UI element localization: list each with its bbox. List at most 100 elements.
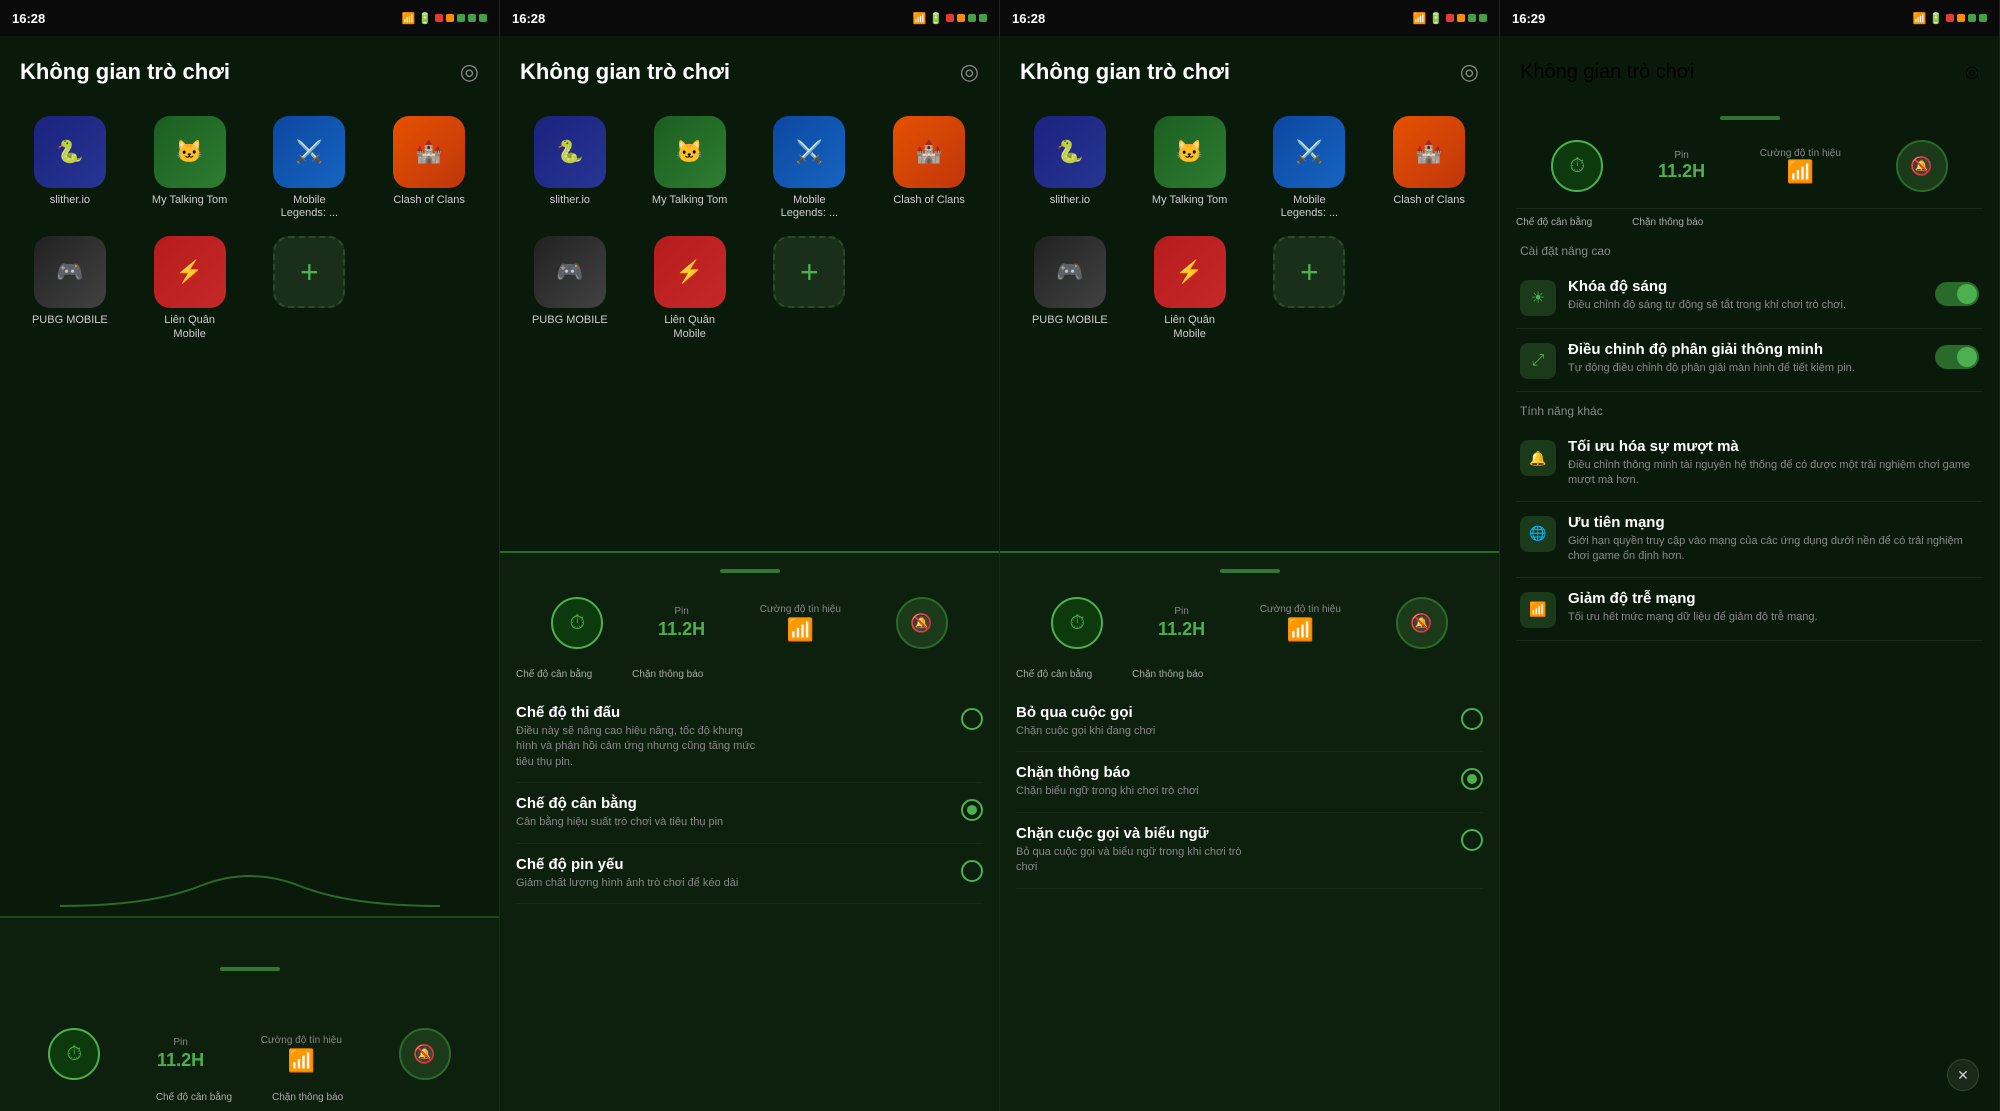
p2-add-button[interactable]: + — [773, 236, 845, 308]
p3-setting-1-desc: Chặn cuộc gọi khi đang chơi — [1016, 724, 1256, 739]
mode-button-1[interactable]: ⏱ — [48, 1028, 100, 1080]
brightness-desc: Điều chỉnh độ sáng tự động sẽ tắt trong … — [1568, 298, 1923, 313]
game-name-slither: slither.io — [50, 194, 90, 207]
p2-game-clash[interactable]: 🏰 Clash of Clans — [875, 116, 983, 220]
time-2: 16:28 — [512, 11, 545, 26]
network-title: Ưu tiên mạng — [1568, 514, 1979, 531]
game-icon-slither: 🐍 — [34, 116, 106, 188]
p3-bottom-labels: Chế độ cân bằng Chặn thông báo — [1016, 669, 1483, 680]
bottom-bar-1: ⏱ Pin 11.2H Cường độ tín hiệu 📶 🔕 Chế độ… — [0, 916, 499, 1111]
target-icon-3[interactable]: ◎ — [1460, 59, 1479, 85]
signal-stat-1: Cường độ tín hiệu 📶 — [261, 1035, 342, 1074]
wifi-icon-1: 📶 — [288, 1048, 315, 1074]
latency-icon: 📶 — [1520, 592, 1556, 628]
p2-radio-2[interactable] — [961, 799, 983, 821]
p4-block-button[interactable]: 🔕 — [1896, 140, 1948, 192]
p2-wifi-icon: 📶 — [787, 617, 814, 643]
adv-setting-latency: 📶 Giảm độ trễ mạng Tối ưu hết mức mạng d… — [1516, 578, 1983, 641]
p2-game-pubg[interactable]: 🎮 PUBG MOBILE — [516, 236, 624, 340]
handle-4 — [1720, 116, 1780, 120]
panel-title-2: Không gian trò chơi — [520, 59, 730, 85]
p3-game-add[interactable]: + — [1256, 236, 1364, 340]
game-item-clash[interactable]: 🏰 Clash of Clans — [375, 116, 483, 220]
p3-setting-3: Chặn cuộc gọi và biểu ngữ Bỏ qua cuộc gọ… — [1016, 813, 1483, 889]
p2-radio-3[interactable] — [961, 860, 983, 882]
status-bar-2: 16:28 📶 🔋 — [500, 0, 999, 36]
panel-header-3: Không gian trò chơi ◎ — [1000, 36, 1499, 108]
p2-game-mobile[interactable]: ⚔️ Mobile Legends: ... — [756, 116, 864, 220]
adv-setting-smooth: 🔔 Tối ưu hóa sự mượt mà Điều chỉnh thông… — [1516, 426, 1983, 502]
p4-wifi-icon: 📶 — [1787, 159, 1814, 185]
game-item-tom[interactable]: 🐱 My Talking Tom — [136, 116, 244, 220]
p2-setting-3: Chế độ pin yếu Giảm chất lượng hình ảnh … — [516, 844, 983, 904]
p3-setting-3-title: Chặn cuộc gọi và biểu ngữ — [1016, 825, 1461, 842]
p2-setting-2-text: Chế độ cân bằng Cân bằng hiệu suất trò c… — [516, 795, 961, 830]
brightness-toggle[interactable] — [1935, 282, 1979, 306]
game-item-mobile-legends[interactable]: ⚔️ Mobile Legends: ... — [256, 116, 364, 220]
p2-game-lienquan[interactable]: ⚡ Liên Quân Mobile — [636, 236, 744, 340]
settings-panel-3: ⏱ Pin 11.2H Cường độ tín hiệu 📶 🔕 Chế độ… — [1000, 551, 1499, 1111]
bottom-labels-1: Chế độ cân bằng Chặn thông báo — [156, 1092, 343, 1103]
p3-signal-stat: Cường độ tín hiệu 📶 — [1260, 604, 1341, 643]
p4-battery-label: Pin — [1674, 150, 1688, 161]
battery-value-1: 11.2H — [157, 1050, 204, 1071]
p4-bottom-labels: Chế độ cân bằng Chặn thông báo — [1516, 217, 1983, 228]
p2-game-tom[interactable]: 🐱 My Talking Tom — [636, 116, 744, 220]
advanced-section-label: Cài đặt nâng cao — [1516, 244, 1983, 258]
status-bar-1: 16:28 📶 🔋 — [0, 0, 499, 36]
game-item-slither[interactable]: 🐍 slither.io — [16, 116, 124, 220]
p2-radio-1[interactable] — [961, 708, 983, 730]
p3-radio-3[interactable] — [1461, 829, 1483, 851]
game-grid-row2: 🎮 PUBG MOBILE ⚡ Liên Quân Mobile + — [0, 228, 499, 348]
p3-game-pubg[interactable]: 🎮 PUBG MOBILE — [1016, 236, 1124, 340]
block-button-1[interactable]: 🔕 — [399, 1028, 451, 1080]
game-name-mobile-legends: Mobile Legends: ... — [269, 194, 349, 220]
p3-battery-stat: Pin 11.2H — [1158, 606, 1205, 640]
game-icon-lienquan: ⚡ — [154, 236, 226, 308]
game-item-add[interactable]: + — [256, 236, 364, 340]
p3-game-tom[interactable]: 🐱 My Talking Tom — [1136, 116, 1244, 220]
p3-setting-3-desc: Bỏ qua cuộc gọi và biểu ngữ trong khi ch… — [1016, 845, 1256, 876]
p2-setting-2-title: Chế độ cân bằng — [516, 795, 961, 812]
p3-add-button[interactable]: + — [1273, 236, 1345, 308]
game-name-lienquan: Liên Quân Mobile — [150, 314, 230, 340]
p3-game-slither[interactable]: 🐍 slither.io — [1016, 116, 1124, 220]
target-icon-1[interactable]: ◎ — [460, 59, 479, 85]
game-icon-mobile-legends: ⚔️ — [273, 116, 345, 188]
p4-battery-value: 11.2H — [1658, 161, 1705, 182]
game-icon-clash: 🏰 — [393, 116, 465, 188]
game-item-lienquan[interactable]: ⚡ Liên Quân Mobile — [136, 236, 244, 340]
p2-setting-1-title: Chế độ thi đấu — [516, 704, 961, 721]
target-icon-4[interactable]: ◎ — [1965, 62, 1979, 82]
p2-setting-2-desc: Cân bằng hiệu suất trò chơi và tiêu thụ … — [516, 815, 756, 830]
close-button[interactable]: ✕ — [1947, 1059, 1979, 1091]
p2-bottom-labels: Chế độ cân bằng Chặn thông báo — [516, 669, 983, 680]
p3-setting-1: Bỏ qua cuộc gọi Chặn cuộc gọi khi đang c… — [1016, 692, 1483, 752]
p2-game-add[interactable]: + — [756, 236, 864, 340]
p4-mode-button[interactable]: ⏱ — [1551, 140, 1603, 192]
p3-setting-2-desc: Chặn biểu ngữ trong khi chơi trò chơi — [1016, 784, 1256, 799]
p2-mode-button[interactable]: ⏱ — [551, 597, 603, 649]
block-label-1: Chặn thông báo — [272, 1092, 343, 1103]
p3-radio-2[interactable] — [1461, 768, 1483, 790]
p3-game-lienquan[interactable]: ⚡ Liên Quân Mobile — [1136, 236, 1244, 340]
resolution-title: Điều chỉnh độ phân giải thông minh — [1568, 341, 1923, 358]
p2-block-button[interactable]: 🔕 — [896, 597, 948, 649]
target-icon-2[interactable]: ◎ — [960, 59, 979, 85]
panel-header-2: Không gian trò chơi ◎ — [500, 36, 999, 108]
advanced-settings-panel: 16:29 📶 🔋 Không gian trò chơi ◎ ⏱ Pin — [1500, 0, 1999, 1111]
p3-mode-button[interactable]: ⏱ — [1051, 597, 1103, 649]
game-item-pubg[interactable]: 🎮 PUBG MOBILE — [16, 236, 124, 340]
p3-game-mobile[interactable]: ⚔️ Mobile Legends: ... — [1256, 116, 1364, 220]
p2-setting-3-text: Chế độ pin yếu Giảm chất lượng hình ảnh … — [516, 856, 961, 891]
resolution-toggle[interactable] — [1935, 345, 1979, 369]
add-game-button[interactable]: + — [273, 236, 345, 308]
p3-radio-1[interactable] — [1461, 708, 1483, 730]
p3-game-clash[interactable]: 🏰 Clash of Clans — [1375, 116, 1483, 220]
adv-setting-network: 🌐 Ưu tiên mạng Giới hạn quyền truy cập v… — [1516, 502, 1983, 578]
smooth-title: Tối ưu hóa sự mượt mà — [1568, 438, 1979, 455]
p2-signal-stat: Cường độ tín hiệu 📶 — [760, 604, 841, 643]
p3-block-button[interactable]: 🔕 — [1396, 597, 1448, 649]
handle-3 — [1220, 569, 1280, 573]
p2-game-slither[interactable]: 🐍 slither.io — [516, 116, 624, 220]
